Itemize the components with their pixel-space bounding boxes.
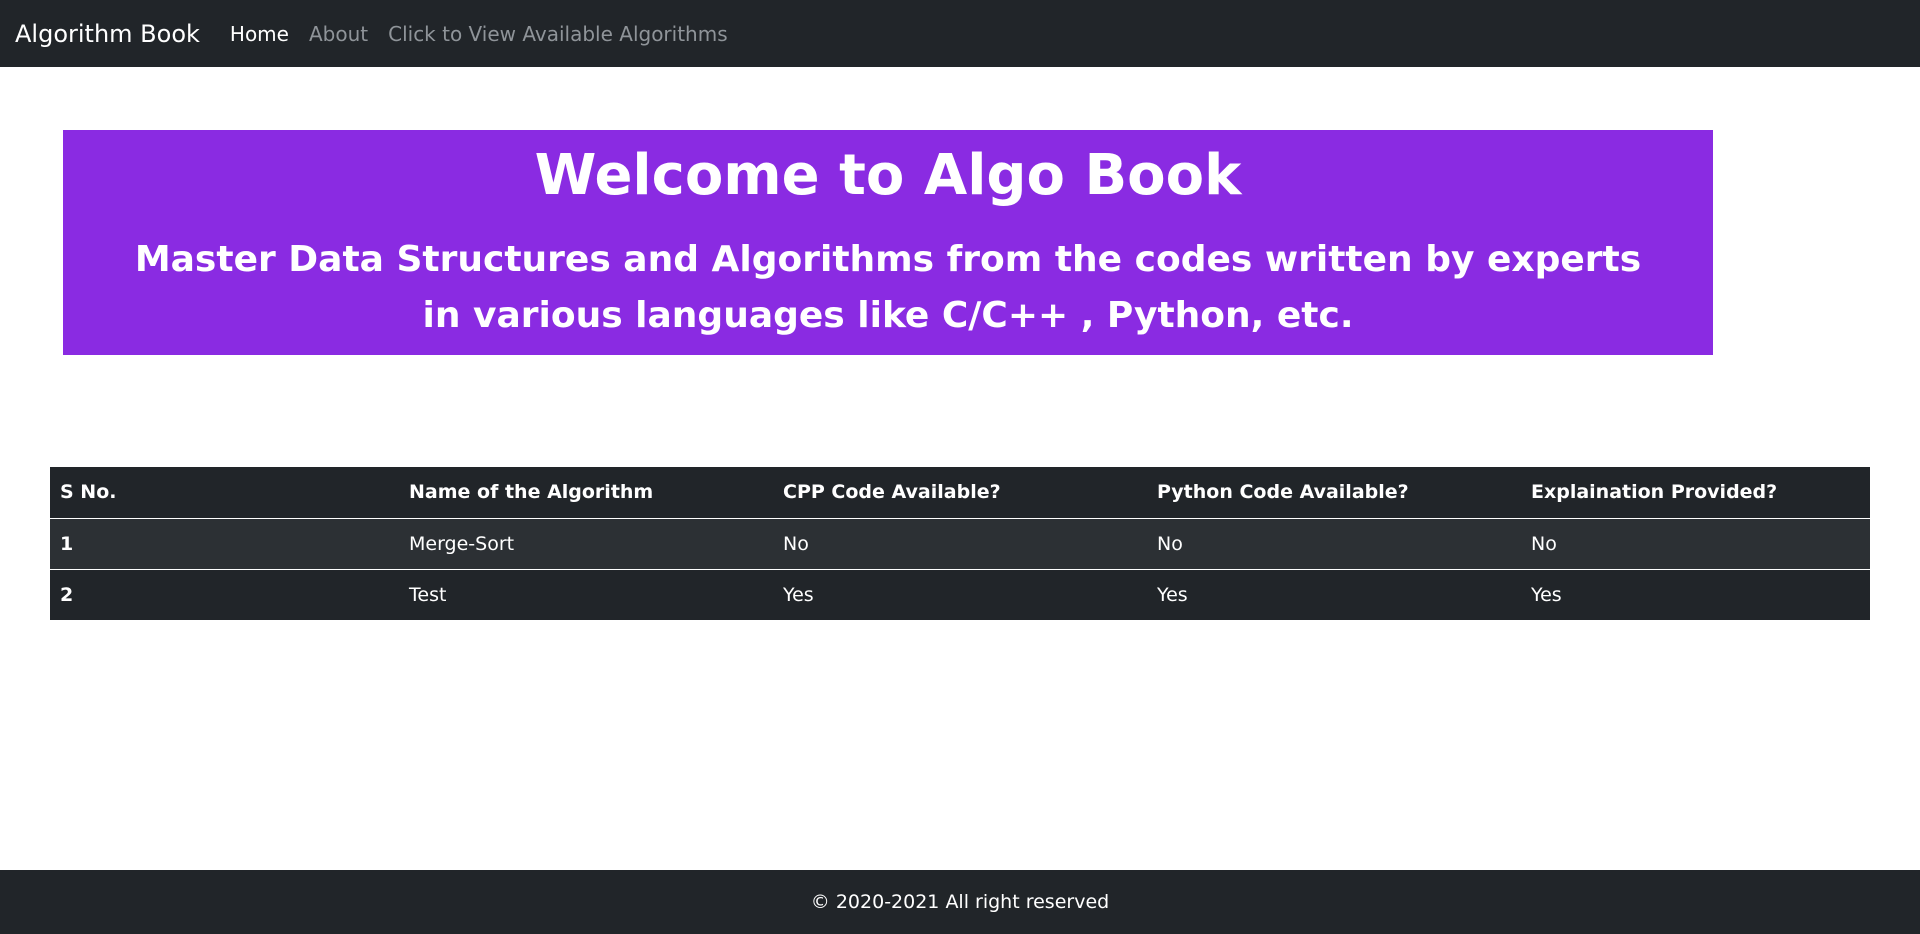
cell-algorithm-name: Merge-Sort	[409, 532, 515, 555]
nav-link-algorithms[interactable]: Click to View Available Algorithms	[388, 22, 728, 46]
algorithms-table: S No. Name of the Algorithm CPP Code Ava…	[50, 467, 1870, 620]
table-header-row: S No. Name of the Algorithm CPP Code Ava…	[50, 467, 1870, 519]
algorithms-table-container: S No. Name of the Algorithm CPP Code Ava…	[50, 467, 1870, 620]
cell-cpp-available: No	[783, 532, 809, 555]
cell-algorithm-name: Test	[409, 583, 447, 606]
header-s-no: S No.	[50, 467, 399, 519]
page-footer: © 2020-2021 All right reserved	[0, 870, 1920, 934]
header-cpp-available: CPP Code Available?	[773, 467, 1147, 519]
cell-python-available: No	[1157, 532, 1183, 555]
hero-banner: Welcome to Algo Book Master Data Structu…	[63, 130, 1713, 355]
hero-subtitle: Master Data Structures and Algorithms fr…	[134, 239, 1642, 336]
nav-link-home[interactable]: Home	[230, 22, 289, 46]
top-navbar: Algorithm Book Home About Click to View …	[0, 0, 1920, 67]
table-row: 1 Merge-Sort No No No	[50, 518, 1870, 569]
header-python-available: Python Code Available?	[1147, 467, 1521, 519]
copyright-text: © 2020-2021 All right reserved	[810, 891, 1110, 913]
cell-s-no: 2	[60, 583, 74, 606]
cell-explanation-provided: No	[1531, 532, 1557, 555]
header-algorithm-name: Name of the Algorithm	[399, 467, 773, 519]
cell-python-available: Yes	[1157, 583, 1188, 606]
cell-cpp-available: Yes	[783, 583, 814, 606]
header-explanation-provided: Explaination Provided?	[1521, 467, 1870, 519]
brand-link[interactable]: Algorithm Book	[15, 20, 200, 48]
cell-explanation-provided: Yes	[1531, 583, 1562, 606]
nav-link-about[interactable]: About	[309, 22, 368, 46]
hero-title: Welcome to Algo Book	[534, 143, 1242, 208]
table-row: 2 Test Yes Yes Yes	[50, 569, 1870, 620]
cell-s-no: 1	[60, 532, 74, 555]
